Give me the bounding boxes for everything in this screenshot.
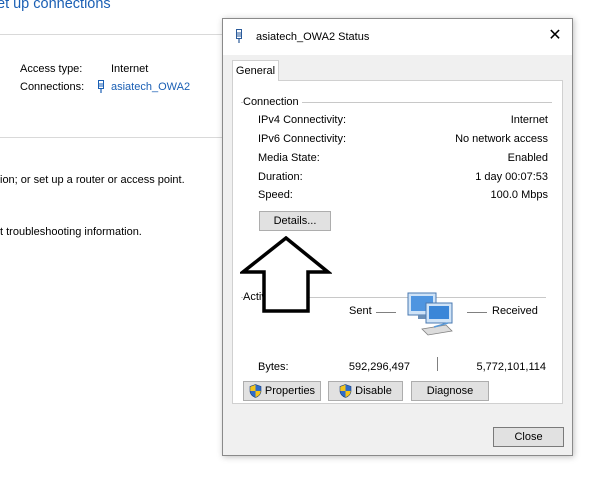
divider	[0, 34, 222, 35]
ipv6-label: IPv6 Connectivity:	[258, 133, 347, 145]
dialog-title: asiatech_OWA2 Status	[256, 31, 370, 43]
bytes-sent-value: 592,296,497	[348, 361, 410, 373]
properties-button[interactable]: Properties	[243, 381, 321, 401]
details-button[interactable]: Details...	[259, 211, 331, 231]
access-type-value: Internet	[111, 63, 149, 75]
connection-link[interactable]: asiatech_OWA2	[111, 81, 190, 93]
troubleshoot-text: t troubleshooting information.	[0, 226, 142, 238]
uac-shield-icon	[339, 384, 352, 398]
ipv4-value: Internet	[510, 114, 548, 126]
received-label: Received	[492, 305, 538, 317]
sent-line	[376, 312, 396, 313]
duration-label: Duration:	[258, 171, 303, 183]
bytes-label: Bytes:	[258, 361, 289, 373]
network-computers-icon	[407, 292, 453, 336]
ipv6-value: No network access	[455, 133, 548, 145]
ipv4-label: IPv4 Connectivity:	[258, 114, 347, 126]
page-heading: et up connections	[0, 0, 111, 12]
close-icon[interactable]: ✕	[546, 27, 564, 45]
diagnose-button[interactable]: Diagnose	[411, 381, 489, 401]
access-type-label: Access type:	[20, 63, 83, 75]
tab-general[interactable]: General	[232, 60, 279, 81]
setup-text: ion; or set up a router or access point.	[0, 174, 185, 186]
title-bar[interactable]: asiatech_OWA2 Status ✕	[223, 19, 572, 55]
up-arrow-annotation	[240, 236, 332, 313]
bytes-received-value: 5,772,101,114	[476, 361, 546, 373]
divider	[0, 137, 222, 138]
disable-label: Disable	[355, 385, 392, 397]
close-button[interactable]: Close	[493, 427, 564, 447]
activity-divider	[437, 357, 438, 371]
media-state-label: Media State:	[258, 152, 320, 164]
uac-shield-icon	[249, 384, 262, 398]
properties-label: Properties	[264, 385, 316, 397]
media-state-value: Enabled	[507, 152, 548, 164]
wifi-signal-icon	[236, 29, 242, 43]
disable-button[interactable]: Disable	[328, 381, 403, 401]
connection-group-label: Connection	[243, 96, 302, 108]
received-line	[467, 312, 487, 313]
connections-label: Connections:	[20, 81, 85, 93]
wifi-signal-icon	[98, 80, 104, 93]
sent-label: Sent	[349, 305, 372, 317]
speed-value: 100.0 Mbps	[490, 189, 548, 201]
duration-value: 1 day 00:07:53	[475, 171, 548, 183]
speed-label: Speed:	[258, 189, 293, 201]
